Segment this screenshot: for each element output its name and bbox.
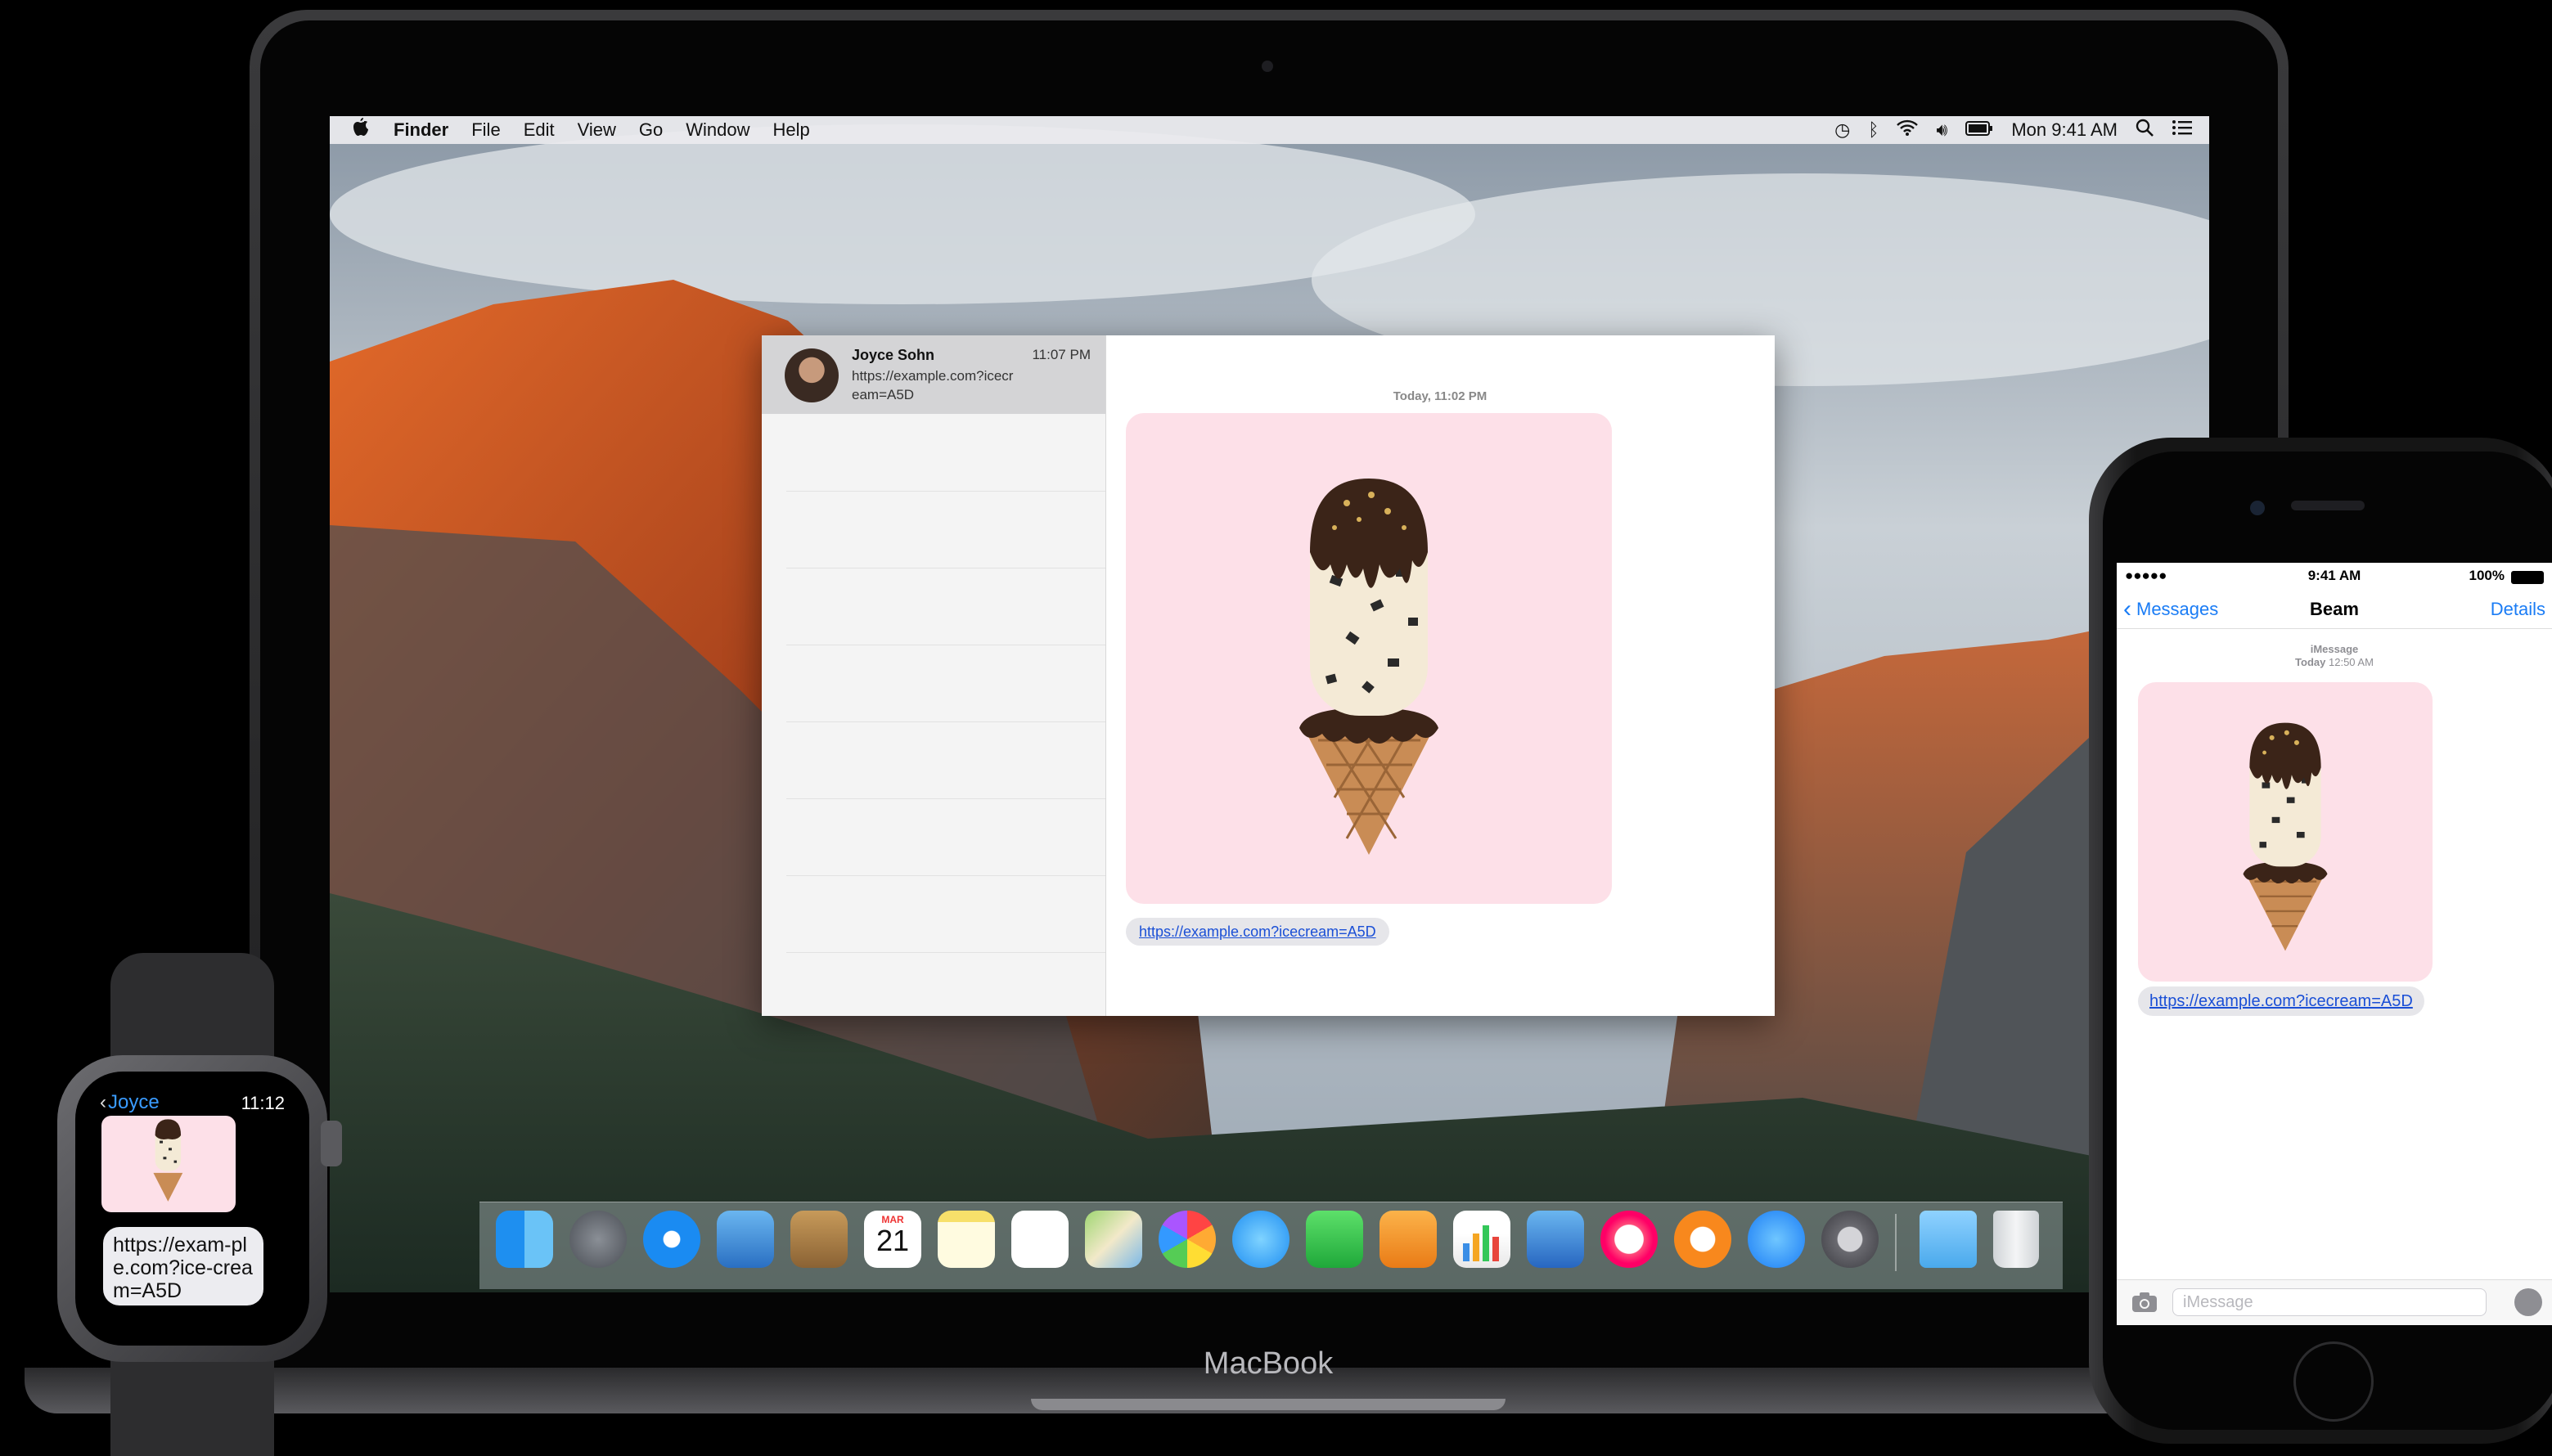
list-divider — [786, 491, 1105, 492]
menu-go[interactable]: Go — [639, 119, 663, 141]
image-message-bubble[interactable] — [101, 1116, 236, 1212]
ibooks-icon[interactable] — [1674, 1211, 1731, 1268]
compose-bar: iMessage — [2117, 1279, 2552, 1325]
messages-window: Joyce Sohn 11:07 PM https://example.com?… — [762, 335, 1775, 1016]
menu-window[interactable]: Window — [686, 119, 749, 141]
battery-icon[interactable] — [1965, 119, 1993, 141]
home-button[interactable] — [2293, 1341, 2374, 1422]
finder-icon[interactable] — [496, 1211, 553, 1268]
conversation-list: Joyce Sohn 11:07 PM https://example.com?… — [762, 335, 1106, 1016]
calendar-icon[interactable]: MAR 21 — [864, 1211, 921, 1268]
earpiece — [2291, 501, 2365, 510]
volume-icon[interactable]: 🔊︎ — [1936, 119, 1947, 141]
timestamp-day: Today — [2295, 656, 2326, 668]
safari-icon[interactable] — [643, 1211, 700, 1268]
nav-bar: ‹ Messages Beam Details — [2117, 592, 2552, 629]
camera-icon[interactable] — [2131, 1292, 2158, 1317]
contacts-icon[interactable] — [790, 1211, 848, 1268]
ice-cream-image — [2243, 722, 2328, 951]
camera-icon — [1262, 61, 1273, 72]
pages-icon[interactable] — [1380, 1211, 1437, 1268]
dock-separator — [1895, 1214, 1897, 1271]
itunes-icon[interactable] — [1600, 1211, 1658, 1268]
menu-file[interactable]: File — [471, 119, 500, 141]
microphone-icon[interactable] — [2514, 1288, 2542, 1316]
contact-name: Joyce Sohn — [852, 347, 935, 363]
image-message-bubble[interactable] — [2138, 682, 2433, 982]
macbook-hinge — [1031, 1399, 1506, 1410]
battery-icon — [2511, 571, 2544, 584]
image-message-bubble[interactable] — [1126, 413, 1612, 904]
watch-time: 11:12 — [241, 1093, 285, 1113]
front-camera-icon — [2250, 501, 2265, 515]
list-divider — [786, 721, 1105, 722]
details-button[interactable]: Details — [2491, 599, 2545, 620]
dock: MAR 21 — [479, 1202, 2063, 1289]
link-message-bubble[interactable]: https://example.com?icecream=A5D — [1126, 918, 1389, 946]
service-label: iMessage — [2310, 643, 2359, 655]
mail-icon[interactable] — [717, 1211, 774, 1268]
watch-back-button[interactable]: ‹ Joyce — [100, 1091, 160, 1114]
macbook-label: MacBook — [1203, 1346, 1334, 1381]
ice-cream-image — [1299, 479, 1438, 855]
avatar — [785, 348, 839, 402]
app-store-icon[interactable] — [1748, 1211, 1805, 1268]
menu-help[interactable]: Help — [773, 119, 810, 141]
keynote-icon[interactable] — [1527, 1211, 1584, 1268]
battery-percent: 100% — [2469, 568, 2505, 583]
list-divider — [786, 952, 1105, 953]
bluetooth-icon[interactable]: ᛒ — [1868, 119, 1879, 141]
iphone-screen: ●●●●● 9:41 AM 100% ‹ Messages Beam Detai… — [2117, 563, 2552, 1325]
chevron-left-icon: ‹ — [100, 1091, 106, 1113]
wifi-icon[interactable] — [1897, 119, 1919, 141]
downloads-icon[interactable] — [1920, 1211, 1977, 1268]
list-divider — [786, 875, 1105, 876]
conversation-preview: https://example.com?icecream=A5D — [852, 368, 1014, 402]
message-timestamp: Today, 11:02 PM — [1393, 389, 1488, 403]
spotlight-icon[interactable] — [2136, 119, 2154, 142]
menubar-clock[interactable]: Mon 9:41 AM — [2011, 119, 2118, 141]
watch-screen: ‹ Joyce 11:12 https://exam-ple.com?ice-c… — [97, 1088, 290, 1325]
time-machine-icon[interactable]: ◷ — [1834, 119, 1850, 141]
mac-screen: Finder File Edit View Go Window Help ◷ ᛒ… — [330, 116, 2209, 1292]
calendar-day: 21 — [875, 1224, 910, 1257]
reminders-icon[interactable] — [1011, 1211, 1069, 1268]
list-divider — [786, 798, 1105, 799]
status-bar: ●●●●● 9:41 AM 100% — [2117, 568, 2552, 587]
menu-bar: Finder File Edit View Go Window Help ◷ ᛒ… — [330, 116, 2209, 144]
apple-menu-icon[interactable] — [353, 117, 369, 143]
messages-icon[interactable] — [1232, 1211, 1290, 1268]
app-menu-finder[interactable]: Finder — [394, 119, 448, 141]
facetime-icon[interactable] — [1306, 1211, 1363, 1268]
trash-icon[interactable] — [1993, 1211, 2039, 1268]
message-input[interactable]: iMessage — [2172, 1288, 2487, 1316]
photos-icon[interactable] — [1159, 1211, 1216, 1268]
conversation-time: 11:07 PM — [1032, 347, 1091, 362]
digital-crown[interactable] — [321, 1121, 342, 1166]
menu-extras: ◷ ᛒ 🔊︎ Mon 9:41 AM — [1834, 116, 2193, 144]
conversation-row-selected[interactable]: Joyce Sohn 11:07 PM https://example.com?… — [762, 335, 1105, 414]
system-preferences-icon[interactable] — [1821, 1211, 1879, 1268]
notification-center-icon[interactable] — [2172, 119, 2193, 141]
notes-icon[interactable] — [938, 1211, 995, 1268]
watch-message-bubble[interactable]: https://exam-ple.com?ice-cream=A5D — [103, 1227, 263, 1305]
numbers-icon[interactable] — [1453, 1211, 1510, 1268]
menu-view[interactable]: View — [578, 119, 616, 141]
maps-icon[interactable] — [1085, 1211, 1142, 1268]
launchpad-icon[interactable] — [569, 1211, 627, 1268]
link-message-bubble[interactable]: https://example.com?icecream=A5D — [2138, 986, 2424, 1016]
watch-back-label: Joyce — [108, 1091, 160, 1113]
conversation-title: Beam — [2310, 599, 2359, 619]
message-timestamp: Today 12:50 AM — [2117, 656, 2552, 669]
timestamp-time: 12:50 AM — [2329, 656, 2374, 668]
menu-edit[interactable]: Edit — [524, 119, 555, 141]
ice-cream-image — [153, 1119, 183, 1202]
message-meta: iMessage Today 12:50 AM — [2117, 643, 2552, 669]
